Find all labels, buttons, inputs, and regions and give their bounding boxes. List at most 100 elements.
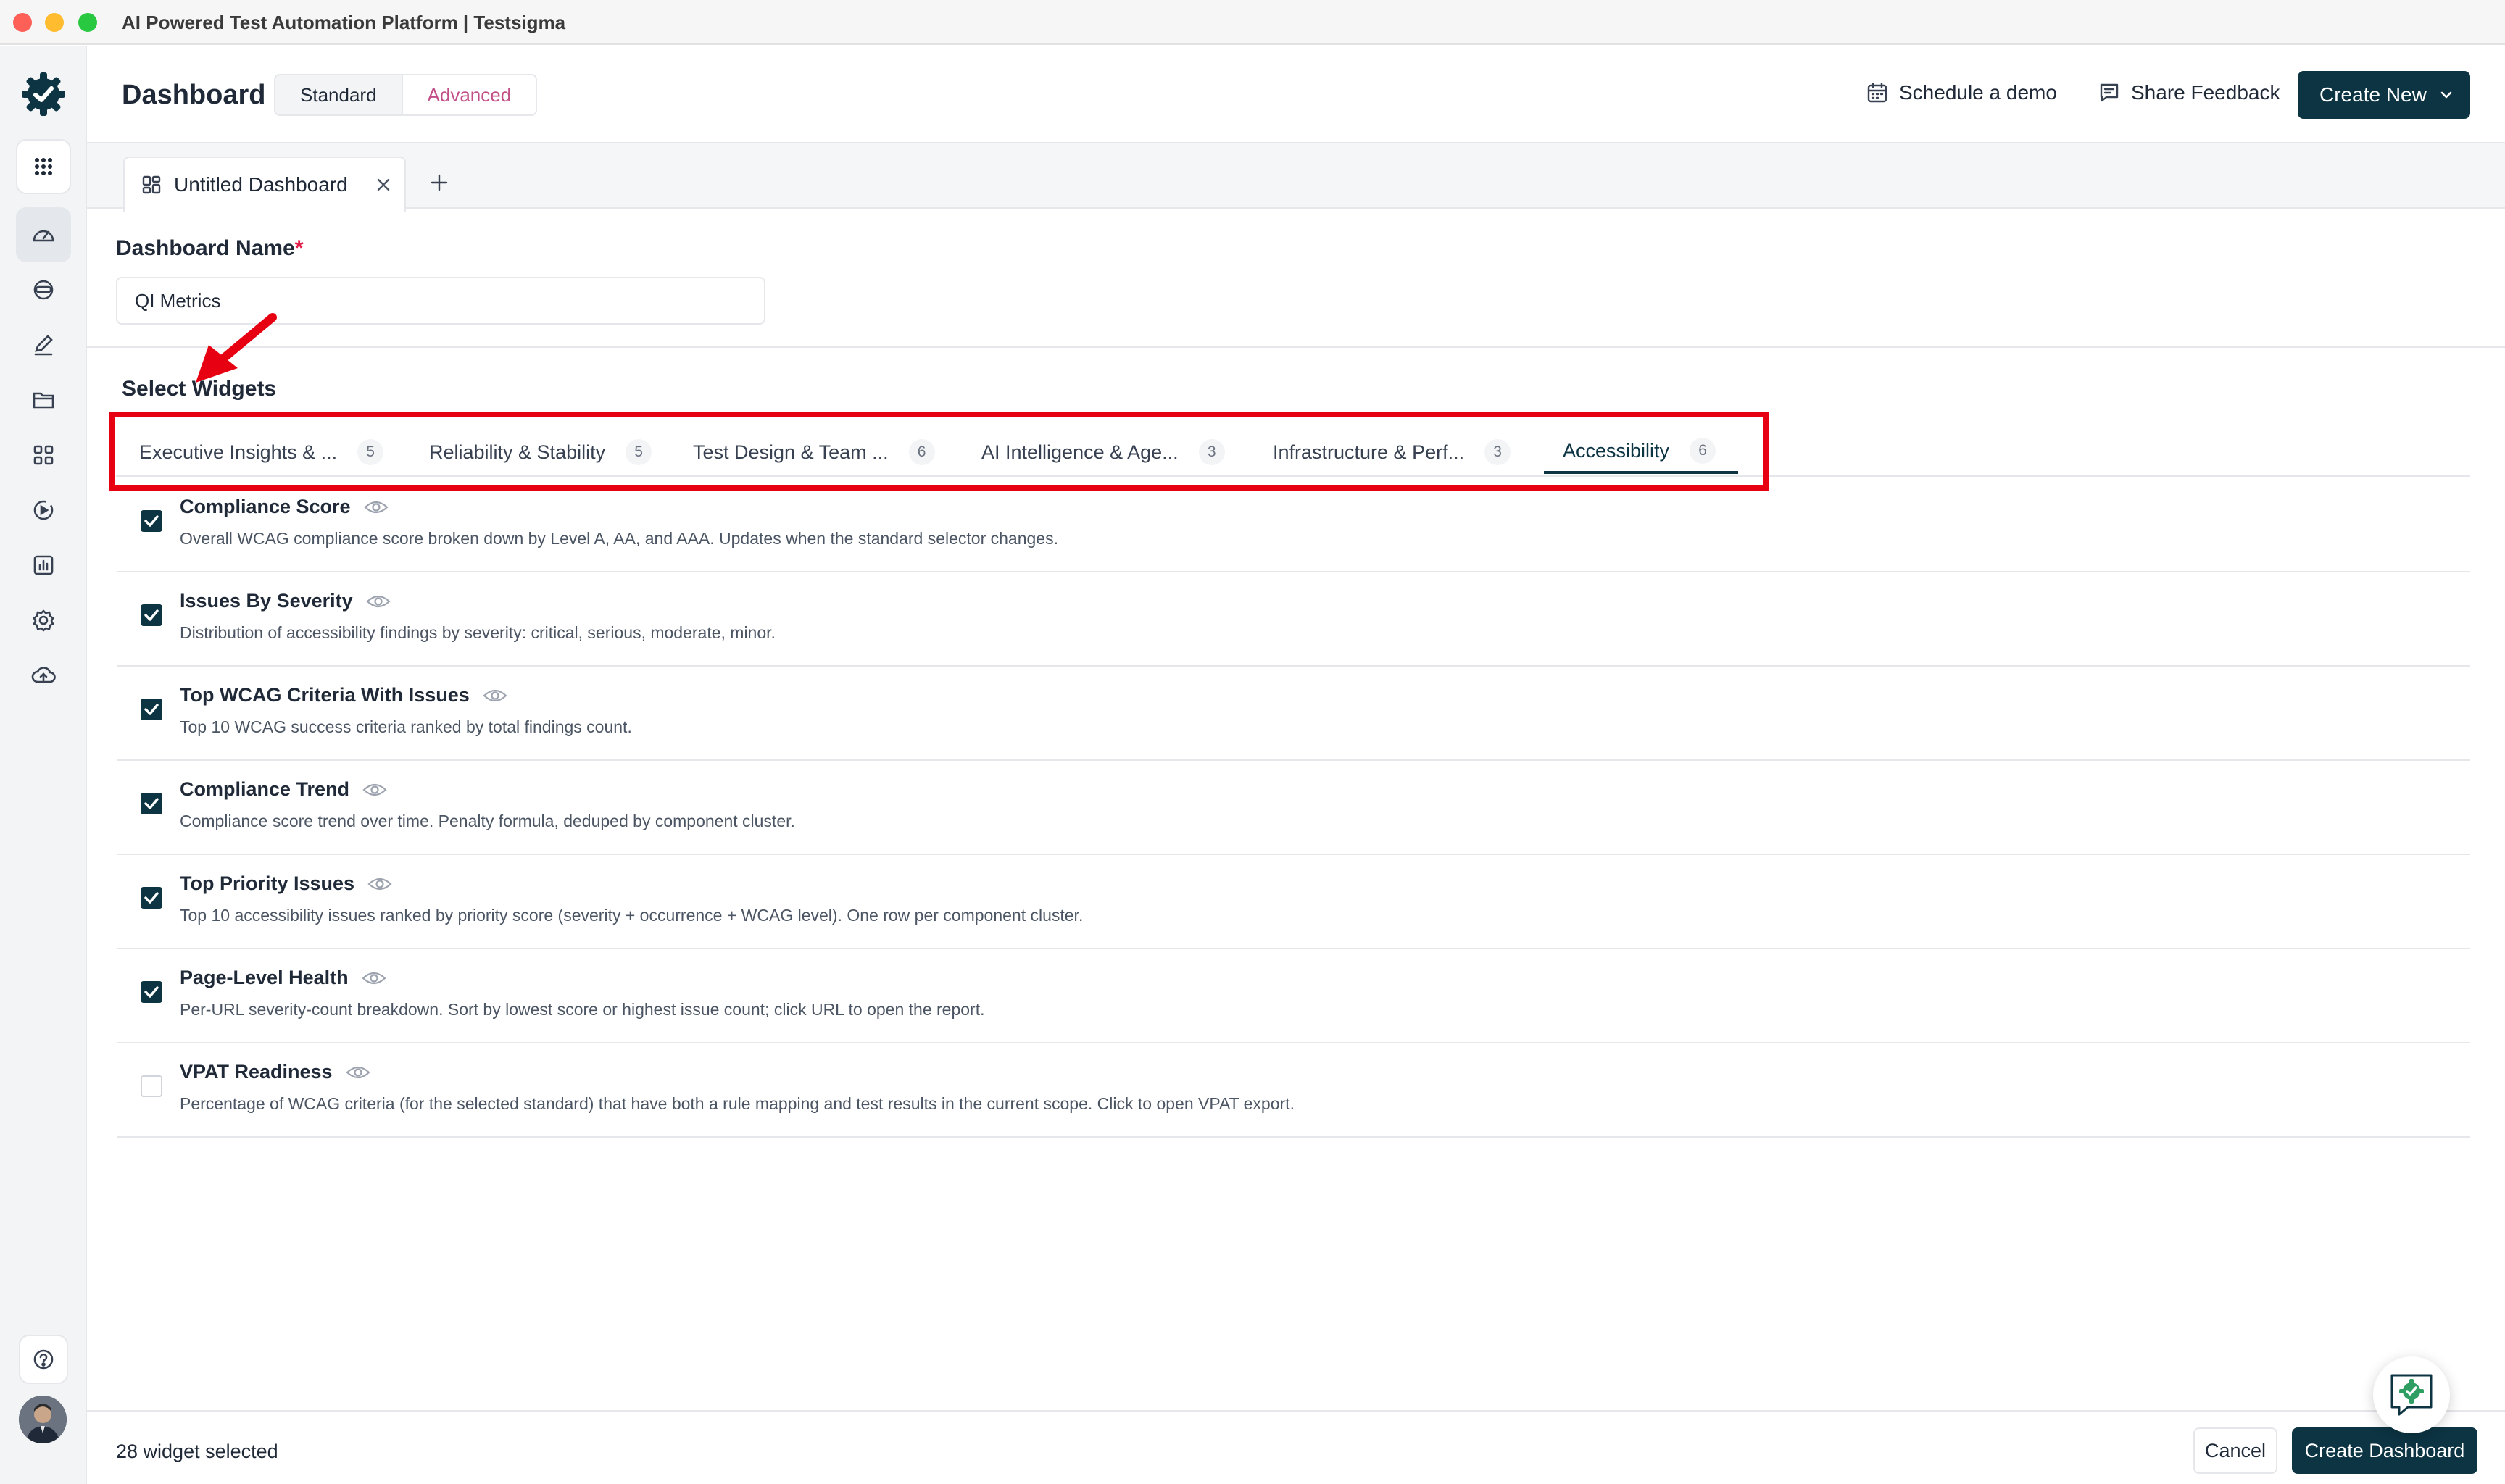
tab-accessibility[interactable]: Accessibility 6 — [1563, 436, 1716, 465]
user-avatar[interactable] — [19, 1396, 67, 1443]
eye-icon[interactable] — [345, 1064, 370, 1081]
widget-title: Top Priority Issues — [180, 872, 392, 895]
required-mark: * — [294, 236, 304, 260]
window-close-button[interactable] — [13, 13, 32, 32]
window-minimize-button[interactable] — [45, 13, 64, 32]
share-feedback-label: Share Feedback — [2131, 81, 2280, 104]
widget-title-text: Compliance Score — [180, 496, 351, 517]
widget-item-top-wcag-criteria: Top WCAG Criteria With Issues Top 10 WCA… — [117, 667, 2470, 761]
widget-title: Page-Level Health — [180, 967, 386, 989]
eye-icon[interactable] — [367, 875, 392, 893]
widget-checkbox[interactable] — [141, 793, 162, 814]
share-feedback-link[interactable]: Share Feedback — [2098, 81, 2280, 104]
count-badge: 3 — [1198, 439, 1225, 465]
sidebar-item-settings[interactable] — [16, 593, 71, 648]
cloud-upload-icon — [31, 667, 56, 683]
sidebar — [0, 46, 87, 1484]
mode-toggle: Standard Advanced — [274, 74, 538, 116]
sidebar-item-widgets[interactable] — [16, 428, 71, 483]
widget-title-text: Top Priority Issues — [180, 872, 355, 894]
widget-item-page-level-health: Page-Level Health Per-URL severity-count… — [117, 949, 2470, 1043]
eye-icon[interactable] — [361, 970, 386, 987]
window-maximize-button[interactable] — [78, 13, 97, 32]
widget-checkbox[interactable] — [141, 604, 162, 626]
gear-icon — [33, 609, 54, 632]
tab-test-design-team[interactable]: Test Design & Team ... 6 — [693, 438, 935, 467]
footer-bar: 28 widget selected Cancel Create Dashboa… — [87, 1410, 2505, 1484]
sidebar-item-folders[interactable] — [16, 372, 71, 428]
eye-icon[interactable] — [363, 499, 389, 516]
apps-grid-button[interactable] — [16, 139, 71, 194]
create-dashboard-button[interactable]: Create Dashboard — [2292, 1427, 2477, 1474]
sidebar-item-edit[interactable] — [16, 317, 71, 372]
tab-untitled-dashboard[interactable]: Untitled Dashboard — [123, 157, 406, 212]
tab-reliability-stability[interactable]: Reliability & Stability 5 — [429, 438, 652, 467]
widget-checkbox[interactable] — [141, 510, 162, 532]
widget-description: Percentage of WCAG criteria (for the sel… — [180, 1094, 1295, 1113]
widget-checkbox[interactable] — [141, 1075, 162, 1097]
widget-title-text: VPAT Readiness — [180, 1061, 333, 1083]
sidebar-item-dashboard[interactable] — [16, 207, 71, 262]
calendar-icon — [1867, 83, 1887, 103]
schedule-demo-link[interactable]: Schedule a demo — [1866, 81, 2057, 104]
tab-label: Infrastructure & Perf... — [1273, 441, 1465, 463]
window-titlebar: AI Powered Test Automation Platform | Te… — [0, 0, 2505, 45]
tab-executive-insights[interactable]: Executive Insights & ... 5 — [139, 438, 384, 467]
testsigma-logo-icon[interactable] — [17, 68, 70, 120]
folder-icon — [33, 392, 54, 409]
sidebar-item-agent[interactable] — [16, 262, 71, 317]
cancel-button[interactable]: Cancel — [2193, 1427, 2277, 1474]
widget-item-vpat-readiness: VPAT Readiness Percentage of WCAG criter… — [117, 1043, 2470, 1138]
eye-icon[interactable] — [483, 687, 507, 704]
close-icon[interactable] — [374, 175, 393, 194]
widget-description: Overall WCAG compliance score broken dow… — [180, 529, 1058, 548]
widget-title-text: Compliance Trend — [180, 778, 350, 800]
dashboard-name-label-text: Dashboard Name — [116, 236, 295, 260]
window-title: AI Powered Test Automation Platform | Te… — [122, 12, 566, 33]
widget-checkbox[interactable] — [141, 699, 162, 720]
create-new-button[interactable]: Create New — [2298, 71, 2470, 119]
widget-item-compliance-score: Compliance Score Overall WCAG compliance… — [117, 478, 2470, 572]
widget-title: Issues By Severity — [180, 590, 391, 612]
help-button[interactable] — [19, 1335, 68, 1384]
widget-description: Distribution of accessibility findings b… — [180, 623, 776, 642]
mode-standard[interactable]: Standard — [275, 75, 402, 114]
sidebar-item-cloud[interactable] — [16, 648, 71, 703]
pencil-icon — [34, 335, 53, 356]
widget-item-top-priority-issues: Top Priority Issues Top 10 accessibility… — [117, 855, 2470, 949]
widget-title-text: Issues By Severity — [180, 590, 353, 612]
widget-checkbox[interactable] — [141, 981, 162, 1003]
check-icon — [144, 986, 159, 998]
check-icon — [144, 892, 159, 904]
widget-description: Per-URL severity-count breakdown. Sort b… — [180, 1000, 985, 1019]
add-tab-icon[interactable] — [426, 170, 452, 196]
tab-infrastructure-performance[interactable]: Infrastructure & Perf... 3 — [1273, 438, 1511, 467]
eye-icon[interactable] — [366, 593, 391, 610]
chat-assistant-button[interactable] — [2373, 1356, 2450, 1433]
check-icon — [144, 704, 159, 715]
section-divider — [87, 346, 2505, 348]
widget-item-compliance-trend: Compliance Trend Compliance score trend … — [117, 761, 2470, 855]
tab-ai-intelligence[interactable]: AI Intelligence & Age... 3 — [981, 438, 1225, 467]
dashboard-layout-icon — [142, 175, 161, 194]
widget-title-text: Page-Level Health — [180, 967, 349, 988]
widget-checkbox[interactable] — [141, 887, 162, 909]
avatar-portrait-icon — [19, 1396, 67, 1443]
tab-label: Reliability & Stability — [429, 441, 606, 463]
widget-description: Top 10 accessibility issues ranked by pr… — [180, 906, 1084, 925]
check-icon — [144, 515, 159, 527]
annotation-arrow-icon — [196, 313, 277, 383]
dashboard-tab-strip: Untitled Dashboard — [87, 142, 2505, 212]
count-badge: 6 — [1690, 438, 1716, 464]
chat-bot-icon — [2390, 1374, 2433, 1416]
active-tab-underline — [1544, 471, 1738, 474]
sidebar-item-reports[interactable] — [16, 538, 71, 593]
widget-description: Top 10 WCAG success criteria ranked by t… — [180, 717, 632, 736]
eye-icon[interactable] — [362, 781, 387, 799]
check-icon — [144, 798, 159, 809]
check-icon — [144, 609, 159, 621]
robot-face-icon — [33, 280, 54, 300]
widget-title: Top WCAG Criteria With Issues — [180, 684, 507, 706]
mode-advanced[interactable]: Advanced — [401, 75, 536, 114]
sidebar-item-runs[interactable] — [16, 483, 71, 538]
